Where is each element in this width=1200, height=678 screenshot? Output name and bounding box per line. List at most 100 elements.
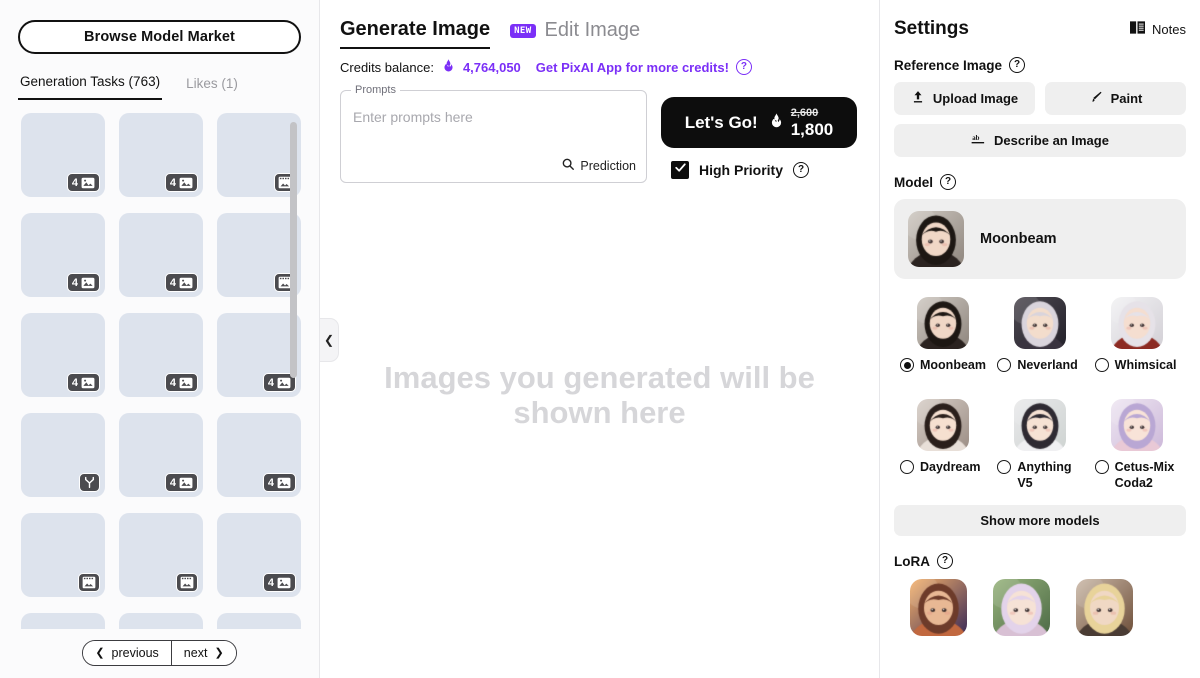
lora-section-label: LoRA ? [894, 553, 1186, 569]
prompts-placeholder: Enter prompts here [353, 109, 473, 125]
high-priority-checkbox[interactable] [671, 161, 689, 179]
show-more-models-button[interactable]: Show more models [894, 505, 1186, 536]
model-thumbnail[interactable] [916, 399, 969, 451]
image-icon [81, 277, 95, 289]
task-thumbnail[interactable]: 4 [217, 613, 301, 629]
lora-thumbnail[interactable] [1076, 579, 1133, 636]
model-radio-row[interactable]: Daydream [894, 459, 991, 475]
credits-flame-icon [768, 112, 785, 134]
image-icon [179, 377, 193, 389]
model-radio-row[interactable]: Neverland [991, 357, 1088, 373]
prediction-button[interactable]: Prediction [561, 157, 636, 174]
question-mark-icon[interactable]: ? [937, 553, 953, 569]
next-page-button[interactable]: next ❯ [170, 641, 236, 666]
get-app-link[interactable]: Get PixAI App for more credits! [536, 60, 729, 75]
task-thumbnail[interactable]: 4 [21, 613, 105, 629]
tab-edit-image[interactable]: NEW Edit Image [510, 19, 640, 48]
task-thumbnail[interactable]: 4 [119, 313, 203, 398]
model-option-moonbeam[interactable]: Moonbeam [894, 297, 991, 373]
radio-button[interactable] [1094, 460, 1109, 474]
svg-text:ab: ab [972, 135, 979, 142]
task-thumbnail[interactable] [21, 413, 105, 498]
question-mark-icon[interactable]: ? [1009, 57, 1026, 73]
tab-generation-tasks[interactable]: Generation Tasks (763) [18, 68, 163, 101]
image-icon [81, 177, 95, 189]
radio-button[interactable] [997, 358, 1012, 372]
tab-likes-label: Likes (1) [186, 76, 238, 92]
task-thumbnail[interactable]: 4 [21, 313, 105, 398]
previous-page-button[interactable]: ❮ previous [83, 641, 171, 666]
model-option-cetus-mix-coda2[interactable]: Cetus-Mix Coda2 [1089, 399, 1186, 491]
radio-button[interactable] [900, 358, 914, 372]
scrollbar-thumb[interactable] [290, 122, 297, 379]
task-thumbnail[interactable]: 4 [217, 513, 301, 598]
model-thumbnail[interactable] [916, 297, 969, 349]
task-thumbnail[interactable]: 4 [21, 213, 105, 298]
model-name-label: Whimsical [1114, 358, 1177, 372]
model-section-label: Model ? [894, 174, 1186, 190]
task-thumbnail[interactable]: 4 [119, 613, 203, 629]
tab-likes[interactable]: Likes (1) [184, 70, 240, 100]
question-mark-icon[interactable]: ? [793, 162, 810, 178]
model-thumbnail[interactable] [1111, 399, 1164, 451]
task-badge: 4 [164, 473, 198, 493]
prediction-label: Prediction [580, 158, 636, 173]
model-radio-row[interactable]: Anything V5 [991, 459, 1088, 491]
credits-flame-icon [441, 58, 456, 76]
task-badge: 4 [164, 373, 198, 393]
model-radio-row[interactable]: Whimsical [1089, 357, 1186, 373]
question-mark-icon[interactable]: ? [735, 59, 752, 75]
task-thumbnail[interactable] [217, 113, 301, 198]
task-thumbnail[interactable]: 4 [21, 113, 105, 198]
price-stack: 2,600 1,800 [790, 106, 834, 138]
radio-button[interactable] [997, 460, 1012, 474]
film-icon [180, 576, 194, 589]
model-thumbnail[interactable] [1013, 297, 1066, 349]
describe-an-image-button[interactable]: ab Describe an Image [894, 124, 1186, 157]
task-thumbnail[interactable] [21, 513, 105, 598]
collapse-sidebar-button[interactable]: ❮ [320, 318, 339, 362]
model-option-neverland[interactable]: Neverland [991, 297, 1088, 373]
task-thumbnail[interactable]: 4 [217, 313, 301, 398]
model-thumbnail[interactable] [1111, 297, 1164, 349]
model-option-anything-v5[interactable]: Anything V5 [991, 399, 1088, 491]
radio-button[interactable] [900, 460, 914, 474]
model-radio-row[interactable]: Cetus-Mix Coda2 [1089, 459, 1186, 491]
task-thumbnail[interactable]: 4 [119, 213, 203, 298]
browse-model-market-button[interactable]: Browse Model Market [18, 20, 301, 55]
question-mark-icon[interactable]: ? [940, 174, 956, 190]
task-thumbnail[interactable]: 4 [119, 413, 203, 498]
empty-state-text: Images you generated will be shown here [384, 359, 815, 430]
paint-button[interactable]: Paint [1045, 82, 1186, 115]
radio-selected-dot [903, 361, 911, 369]
lora-thumbnail[interactable] [993, 579, 1050, 636]
model-name-label: Daydream [920, 460, 981, 474]
tab-generate-image[interactable]: Generate Image [340, 18, 491, 49]
task-thumbnail[interactable]: 4 [119, 113, 203, 198]
upload-image-button[interactable]: Upload Image [894, 82, 1035, 115]
empty-state: Images you generated will be shown here [320, 183, 879, 678]
radio-button[interactable] [1094, 358, 1109, 372]
model-thumbnail[interactable] [1013, 399, 1066, 451]
image-icon [277, 577, 291, 589]
task-thumbnail[interactable]: 4 [217, 413, 301, 498]
film-icon [82, 576, 96, 589]
task-badge: 4 [66, 173, 100, 193]
prompts-field[interactable]: Prompts Enter prompts here Prediction [340, 84, 647, 183]
notes-button[interactable]: Notes [1129, 20, 1186, 38]
model-option-daydream[interactable]: Daydream [894, 399, 991, 491]
price-original: 2,600 [790, 106, 819, 119]
model-option-whimsical[interactable]: Whimsical [1089, 297, 1186, 373]
model-radio-row[interactable]: Moonbeam [894, 357, 991, 373]
brush-icon [1089, 90, 1103, 107]
browse-model-market-label: Browse Model Market [84, 29, 235, 46]
task-grid-scrollbar[interactable] [290, 122, 297, 622]
high-priority-label: High Priority [699, 162, 784, 178]
previous-page-label: previous [111, 646, 159, 661]
task-thumbnail[interactable] [119, 513, 203, 598]
selected-model-card[interactable]: Moonbeam [894, 199, 1186, 279]
lora-thumbnail[interactable] [910, 579, 967, 636]
lets-go-button[interactable]: Let's Go! 2,600 1,800 [661, 97, 857, 148]
task-thumbnail[interactable] [217, 213, 301, 298]
task-badge: 4 [164, 173, 198, 193]
